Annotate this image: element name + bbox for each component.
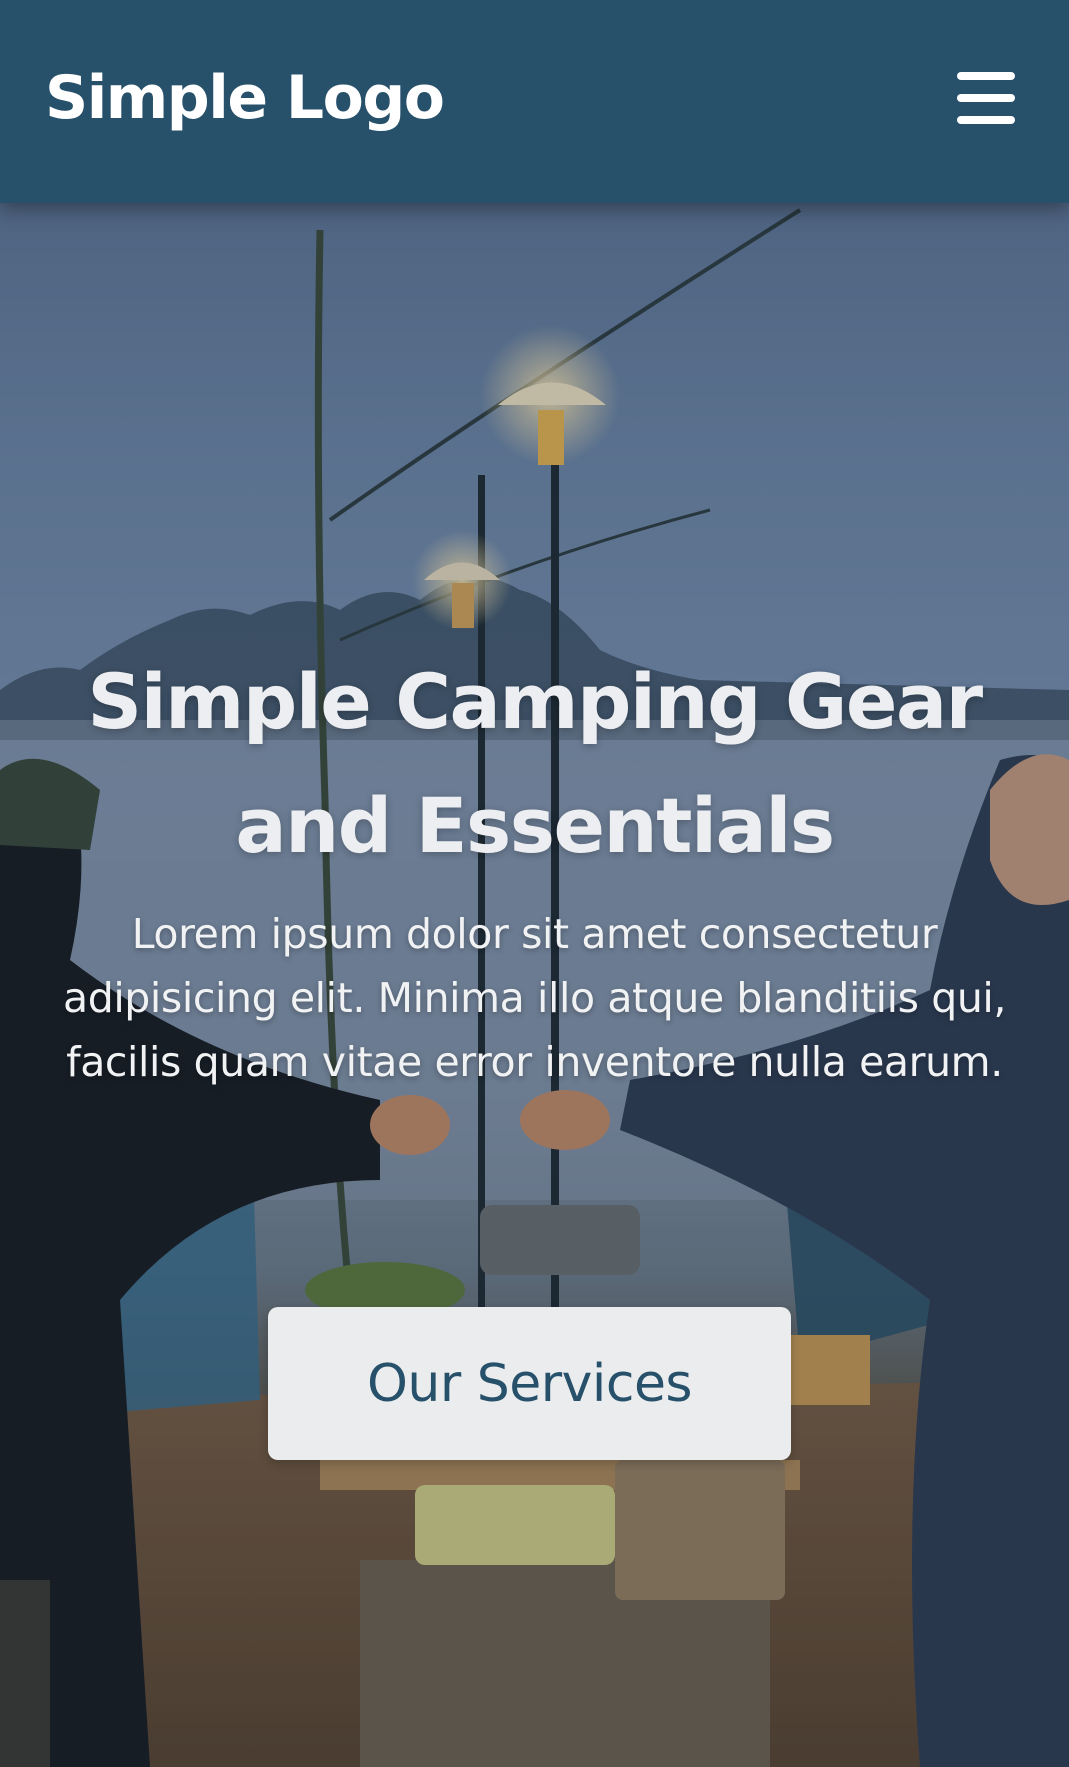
hamburger-menu-icon bbox=[957, 71, 1015, 80]
hamburger-menu-button[interactable] bbox=[957, 71, 1015, 124]
hamburger-menu-icon-bar bbox=[957, 93, 1015, 102]
hero-content: Simple Camping Gear and Essentials Lorem… bbox=[40, 640, 1029, 1094]
site-logo[interactable]: Simple Logo bbox=[45, 63, 445, 133]
hero-section: Simple Camping Gear and Essentials Lorem… bbox=[0, 0, 1069, 1767]
our-services-button[interactable]: Our Services bbox=[268, 1307, 791, 1460]
hamburger-menu-icon-bar bbox=[957, 115, 1015, 124]
site-header: Simple Logo bbox=[0, 0, 1069, 203]
hero-description: Lorem ipsum dolor sit amet consectetur a… bbox=[62, 910, 1007, 1086]
page: Simple Camping Gear and Essentials Lorem… bbox=[0, 0, 1069, 1767]
hero-title: Simple Camping Gear and Essentials bbox=[87, 657, 983, 870]
